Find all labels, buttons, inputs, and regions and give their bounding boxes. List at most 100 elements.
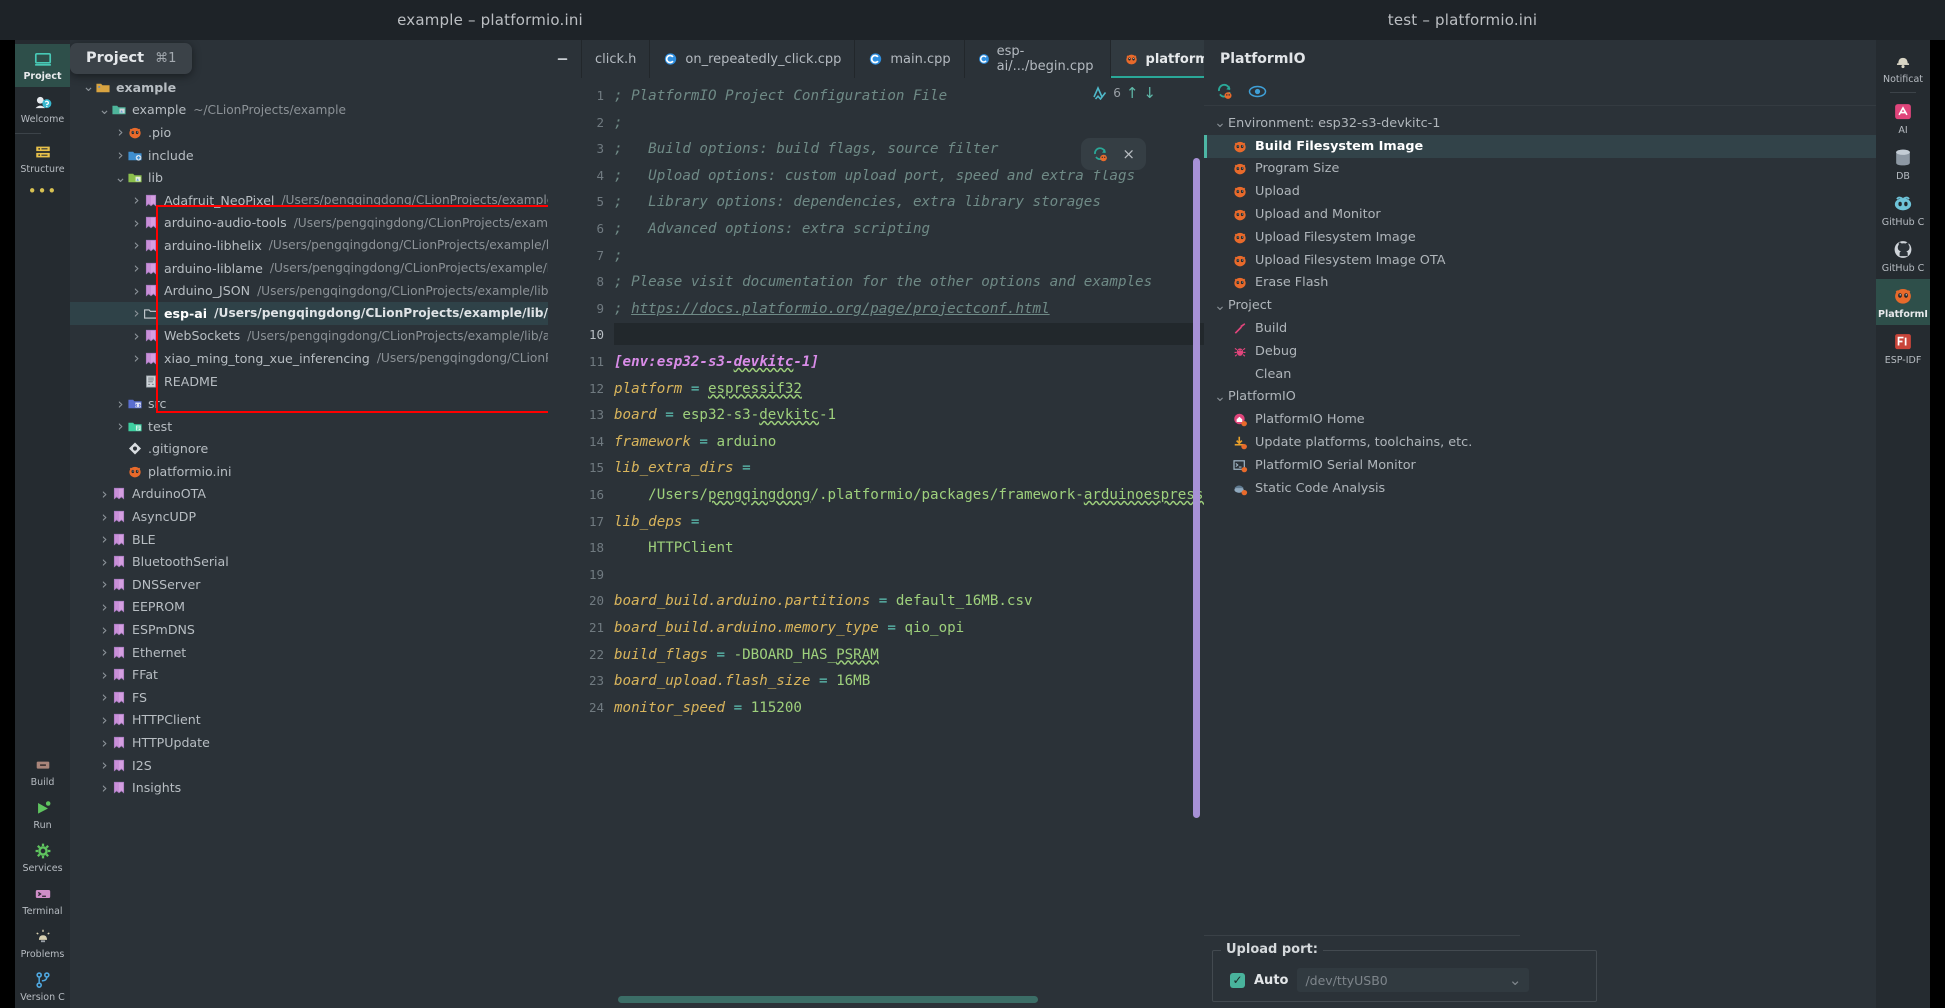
pio-action-build-filesystem-image[interactable]: Build Filesystem Image [1204,135,1876,158]
activity-bar-item-welcome[interactable]: Welcome [15,87,70,130]
chevron-right-icon[interactable]: › [98,666,111,684]
pio-group-project[interactable]: ⌄Project [1204,294,1876,317]
chevron-right-icon[interactable]: › [98,598,111,616]
tree-item-httpupdate[interactable]: ›HTTPUpdate [70,731,548,754]
tree-item-test[interactable]: ›test [70,415,548,438]
chevron-right-icon[interactable]: › [130,259,143,277]
tree-item-lib[interactable]: ⌄lib [70,166,548,189]
tree-item-arduino-libhelix[interactable]: ›arduino-libhelix/Users/pengqingdong/CLi… [70,234,548,257]
tree-item-i2s[interactable]: ›I2S [70,754,548,777]
right-activity-item-ai[interactable]: AI [1876,95,1930,141]
pio-action-update-platforms-toolchains-etc[interactable]: Update platforms, toolchains, etc. [1204,431,1876,454]
chevron-down-icon[interactable]: ⌄ [82,83,95,91]
tree-item-ffat[interactable]: ›FFat [70,663,548,686]
editor-tab-esp-ai-----begin-cpp[interactable]: esp-ai/.../begin.cpp [964,40,1110,78]
tree-item-example[interactable]: ⌄example~/CLionProjects/example [70,99,548,122]
tree-item-httpclient[interactable]: ›HTTPClient [70,709,548,732]
pio-action-debug[interactable]: Debug [1204,340,1876,363]
editor-tab-click-h[interactable]: click.h [581,40,649,78]
chevron-right-icon[interactable]: › [130,282,143,300]
pio-action-erase-flash[interactable]: Erase Flash [1204,272,1876,295]
right-activity-item-githubc[interactable]: GitHub C [1876,233,1930,279]
tree-item-ble[interactable]: ›BLE [70,528,548,551]
chevron-down-icon[interactable]: ⌄ [114,174,127,182]
upload-port-select[interactable]: /dev/ttyUSB0 ⌄ [1297,968,1529,992]
tree-item-bluetoothserial[interactable]: ›BluetoothSerial [70,550,548,573]
chevron-down-icon[interactable]: ⌄ [1212,302,1228,310]
editor-tab-main-cpp[interactable]: main.cpp [854,40,963,78]
chevron-down-icon[interactable]: ⌄ [98,106,111,114]
more-options-icon[interactable]: ••• [28,186,58,196]
chevron-right-icon[interactable]: › [98,756,111,774]
chevron-right-icon[interactable]: › [98,508,111,526]
tree-item-arduino-liblame[interactable]: ›arduino-liblame/Users/pengqingdong/CLio… [70,257,548,280]
right-activity-item-platformi[interactable]: PlatformI [1876,279,1930,325]
tree-item-websockets[interactable]: ›WebSockets/Users/pengqingdong/CLionProj… [70,325,548,348]
tree-item-readme[interactable]: README [70,370,548,393]
chevron-right-icon[interactable]: › [130,349,143,367]
activity-bar-item-versionc[interactable]: Version C [15,965,70,1008]
activity-bar-item-[interactable]: ••• [15,180,70,201]
pio-refresh-icon[interactable] [1092,146,1109,162]
auto-port-checkbox[interactable]: ✓ [1230,973,1245,988]
pio-action-platformio-home[interactable]: PlatformIO Home [1204,408,1876,431]
inspection-prev-icon[interactable]: ↑ [1126,84,1139,102]
chevron-right-icon[interactable]: › [130,191,143,209]
pio-action-program-size[interactable]: Program Size [1204,158,1876,181]
activity-bar-item-problems[interactable]: Problems [15,922,70,965]
tree-item-asyncudp[interactable]: ›AsyncUDP [70,505,548,528]
chevron-right-icon[interactable]: › [98,779,111,797]
chevron-down-icon[interactable]: ⌄ [1212,393,1228,401]
editor-vertical-scrollbar[interactable] [1193,158,1200,818]
editor-code-area[interactable]: ; PlatformIO Project Configuration File;… [614,78,1204,1008]
chevron-right-icon[interactable]: › [98,575,111,593]
chevron-right-icon[interactable]: › [98,688,111,706]
tree-item-platformio-ini[interactable]: platformio.ini [70,460,548,483]
eye-icon[interactable] [1248,84,1267,99]
pio-group-environment-esp32-s3-devkitc-1[interactable]: ⌄Environment: esp32-s3-devkitc-1 [1204,112,1876,135]
tree-item-esp-ai[interactable]: ›esp-ai/Users/pengqingdong/CLionProjects… [70,302,548,325]
tree-item-insights[interactable]: ›Insights [70,776,548,799]
chevron-right-icon[interactable]: › [98,734,111,752]
tree-item--pio[interactable]: ›.pio [70,121,548,144]
right-activity-item-espidf[interactable]: ESP-IDF [1876,325,1930,371]
pio-action-clean[interactable]: Clean [1204,363,1876,386]
chevron-right-icon[interactable]: › [98,643,111,661]
chevron-right-icon[interactable]: › [98,711,111,729]
pio-action-upload[interactable]: Upload [1204,180,1876,203]
tree-item-adafruit-neopixel[interactable]: ›Adafruit_NeoPixel/Users/pengqingdong/CL… [70,189,548,212]
activity-bar-item-build[interactable]: Build [15,750,70,793]
activity-bar-item-run[interactable]: Run [15,793,70,836]
chevron-right-icon[interactable]: › [130,304,143,322]
right-activity-item-db[interactable]: DB [1876,141,1930,187]
editor-tab-on-repeatedly-click-cpp[interactable]: on_repeatedly_click.cpp [649,40,854,78]
chevron-right-icon[interactable]: › [114,395,127,413]
tree-item-espmdns[interactable]: ›ESPmDNS [70,618,548,641]
pio-action-build[interactable]: Build [1204,317,1876,340]
close-pill-icon[interactable]: × [1122,145,1135,163]
chevron-right-icon[interactable]: › [114,417,127,435]
pio-action-upload-filesystem-image-ota[interactable]: Upload Filesystem Image OTA [1204,249,1876,272]
tree-item-xiao-ming-tong-xue-inferencing[interactable]: ›xiao_ming_tong_xue_inferencing/Users/pe… [70,347,548,370]
pio-action-platformio-serial-monitor[interactable]: PlatformIO Serial Monitor [1204,454,1876,477]
activity-bar-item-services[interactable]: Services [15,836,70,879]
tree-item-arduinoota[interactable]: ›ArduinoOTA [70,483,548,506]
activity-bar-item-terminal[interactable]: Terminal [15,879,70,922]
chevron-right-icon[interactable]: › [130,327,143,345]
pio-group-platformio[interactable]: ⌄PlatformIO [1204,386,1876,409]
chevron-down-icon[interactable]: ⌄ [1212,119,1228,127]
tree-item-example[interactable]: ⌄example [70,76,548,99]
tree-item-src[interactable]: ›src [70,392,548,415]
chevron-right-icon[interactable]: › [98,530,111,548]
pio-action-upload-and-monitor[interactable]: Upload and Monitor [1204,203,1876,226]
tree-item-include[interactable]: ›include [70,144,548,167]
activity-bar-item-structure[interactable]: Structure [15,137,70,180]
inspection-widget[interactable]: 6 ↑ ↓ [1092,84,1156,102]
chevron-right-icon[interactable]: › [98,621,111,639]
inspection-next-icon[interactable]: ↓ [1143,84,1156,102]
right-activity-item-notificat[interactable]: Notificat [1876,44,1930,90]
tree-item-arduino-audio-tools[interactable]: ›arduino-audio-tools/Users/pengqingdong/… [70,212,548,235]
tree-item--gitignore[interactable]: .gitignore [70,438,548,461]
editor-horizontal-scrollbar[interactable] [618,996,1038,1003]
tree-item-arduino-json[interactable]: ›Arduino_JSON/Users/pengqingdong/CLionPr… [70,279,548,302]
